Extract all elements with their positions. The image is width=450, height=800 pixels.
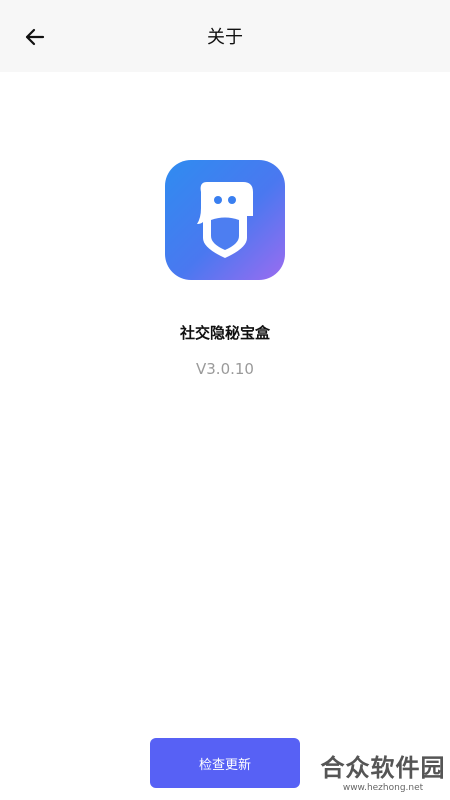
top-bar: 关于: [0, 0, 450, 72]
watermark: 合众软件园 www.hezhong.net: [318, 754, 448, 794]
watermark-name: 合众软件园: [320, 754, 446, 782]
watermark-url: www.hezhong.net: [342, 783, 424, 793]
page-title: 关于: [207, 27, 243, 48]
app-name: 社交隐秘宝盒: [179, 324, 270, 342]
check-update-button[interactable]: 检查更新: [150, 738, 300, 788]
app-logo-icon: [165, 160, 285, 280]
app-version: V3.0.10: [196, 360, 254, 378]
